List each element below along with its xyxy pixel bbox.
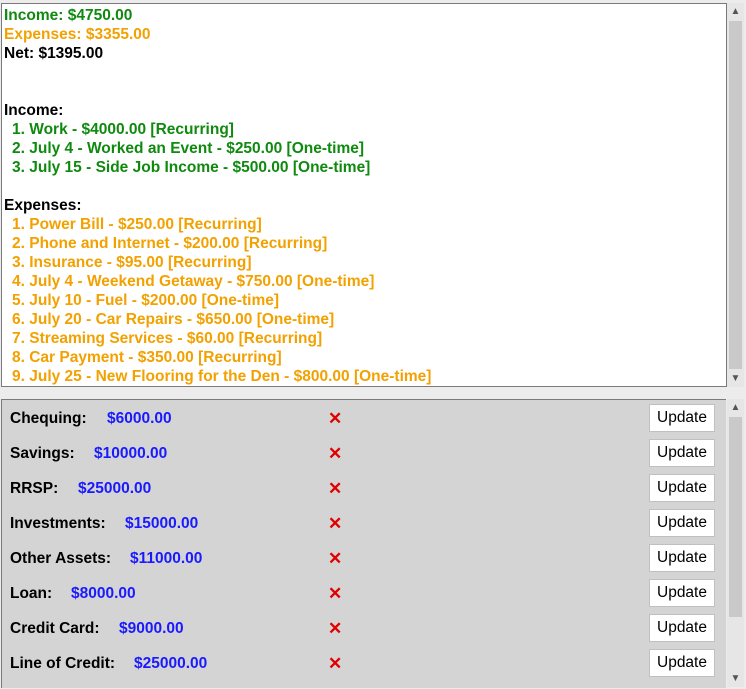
income-item: 2. July 4 - Worked an Event - $250.00 [O… [12,140,365,157]
update-button[interactable]: Update [649,579,715,607]
update-button[interactable]: Update [649,614,715,642]
account-value: $15000.00 [125,515,199,532]
expense-item: 2. Phone and Internet - $200.00 [Recurri… [12,235,328,252]
expense-item: 9. July 25 - New Flooring for the Den - … [12,368,432,385]
account-value: $10000.00 [94,445,168,462]
delete-icon[interactable]: ✕ [328,479,342,499]
account-label: Credit Card: [10,620,100,637]
delete-icon[interactable]: ✕ [328,444,342,464]
accounts-panel: Chequing: $6000.00 ✕ Update Savings: $10… [1,399,726,688]
expense-item: 7. Streaming Services - $60.00 [Recurrin… [12,330,323,347]
account-value: $25000.00 [134,655,208,672]
down-arrow-icon[interactable]: ▼ [727,670,744,687]
account-label: Other Assets: [10,550,112,567]
expense-item: 6. July 20 - Car Repairs - $650.00 [One-… [12,311,335,328]
income-item: 1. Work - $4000.00 [Recurring] [12,121,234,138]
income-heading: Income: [4,102,64,119]
expense-item: 5. July 10 - Fuel - $200.00 [One-time] [12,292,280,309]
scroll-thumb[interactable] [729,21,742,369]
expense-item: 8. Car Payment - $350.00 [Recurring] [12,349,282,366]
account-label: Savings: [10,445,75,462]
expense-item: 3. Insurance - $95.00 [Recurring] [12,254,252,271]
delete-icon[interactable]: ✕ [328,584,342,604]
delete-icon[interactable]: ✕ [328,654,342,674]
delete-icon[interactable]: ✕ [328,409,342,429]
update-button[interactable]: Update [649,404,715,432]
update-button[interactable]: Update [649,649,715,677]
account-label: Chequing: [10,410,87,427]
update-button[interactable]: Update [649,439,715,467]
up-arrow-icon[interactable]: ▲ [727,399,744,416]
net-total: Net: $1395.00 [4,45,104,62]
account-value: $25000.00 [78,480,152,497]
delete-icon[interactable]: ✕ [328,514,342,534]
account-value: $8000.00 [71,585,136,602]
expenses-heading: Expenses: [4,197,82,214]
account-value: $9000.00 [119,620,184,637]
expense-item: 1. Power Bill - $250.00 [Recurring] [12,216,262,233]
summary-text-panel[interactable]: Income: $4750.00 Expenses: $3355.00 Net:… [1,3,727,387]
accounts-scrollbar[interactable]: ▲ ▼ [727,399,744,687]
expense-item: 4. July 4 - Weekend Getaway - $750.00 [O… [12,273,375,290]
account-label: RRSP: [10,480,59,497]
account-label: Line of Credit: [10,655,116,672]
down-arrow-icon[interactable]: ▼ [727,370,744,387]
account-value: $11000.00 [130,550,203,567]
update-button[interactable]: Update [649,509,715,537]
update-button[interactable]: Update [649,544,715,572]
account-label: Loan: [10,585,53,602]
account-value: $6000.00 [107,410,172,427]
delete-icon[interactable]: ✕ [328,619,342,639]
summary-scrollbar[interactable]: ▲ ▼ [727,3,744,387]
income-item: 3. July 15 - Side Job Income - $500.00 [… [12,159,371,176]
account-label: Investments: [10,515,106,532]
expenses-total: Expenses: $3355.00 [4,26,151,43]
update-button[interactable]: Update [649,474,715,502]
income-total: Income: $4750.00 [4,7,133,24]
delete-icon[interactable]: ✕ [328,549,342,569]
up-arrow-icon[interactable]: ▲ [727,3,744,20]
scroll-thumb[interactable] [729,417,742,617]
